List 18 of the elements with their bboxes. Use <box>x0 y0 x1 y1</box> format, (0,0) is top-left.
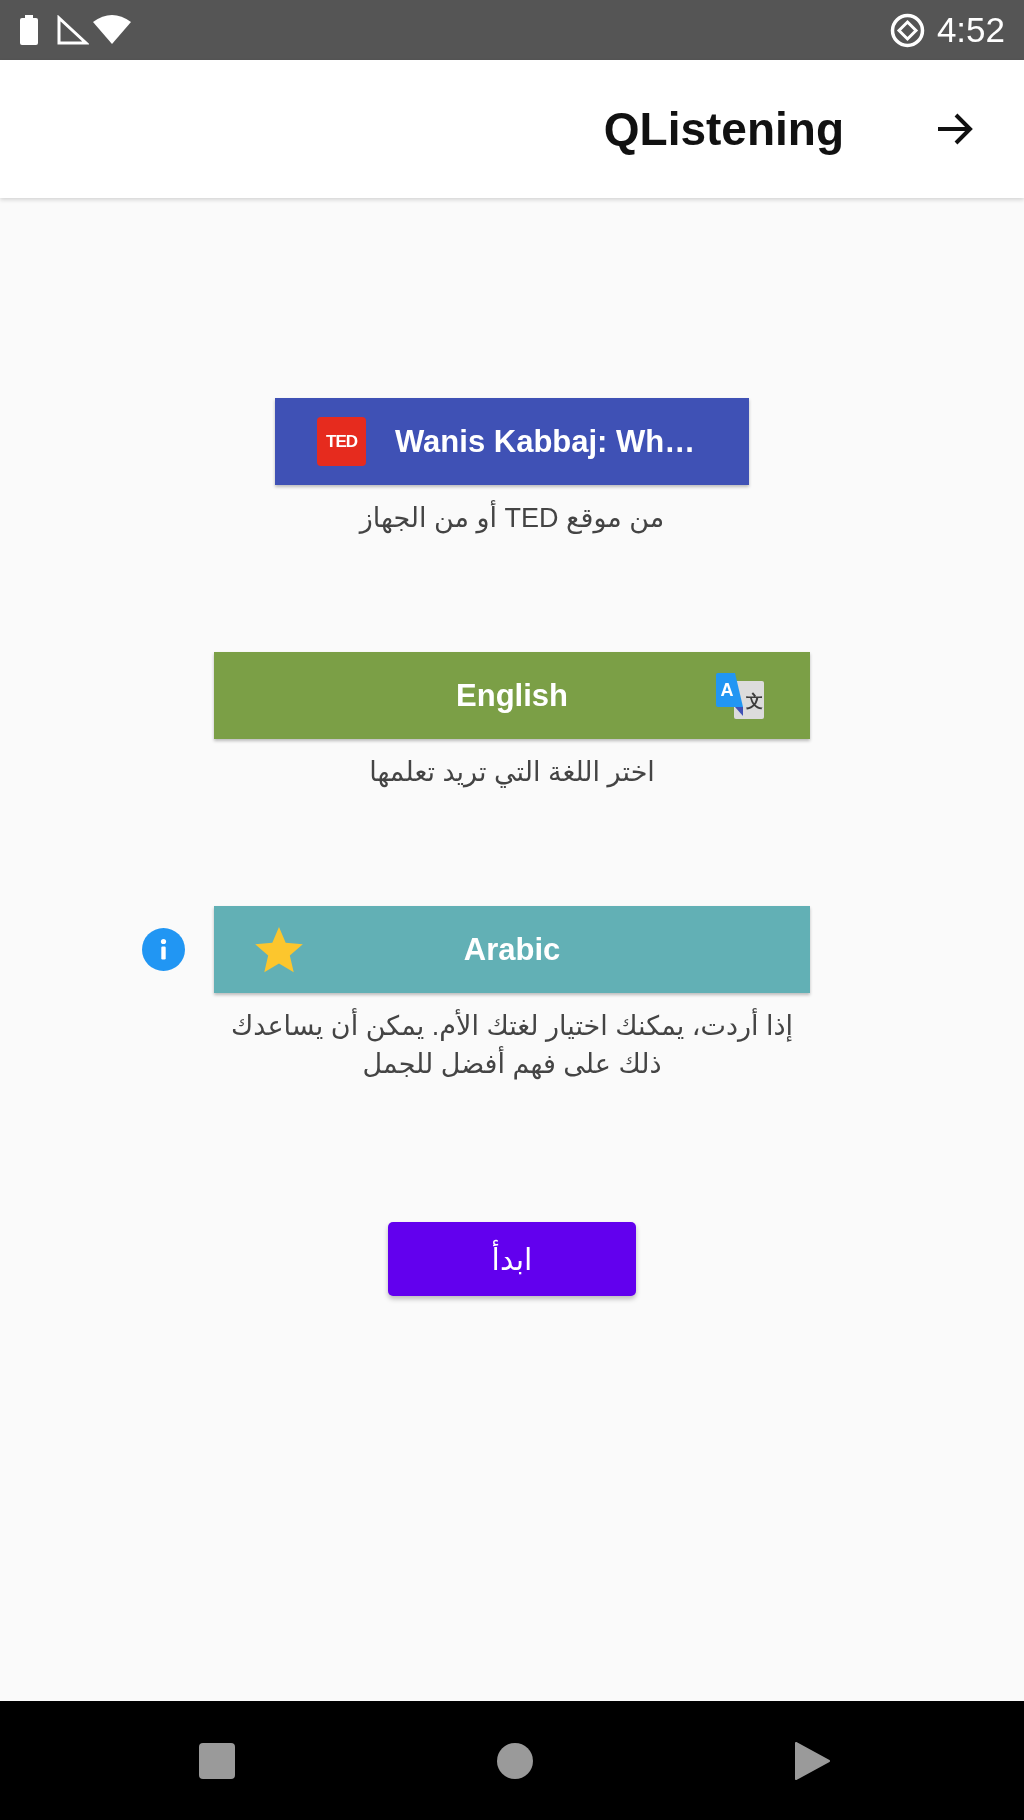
wifi-icon <box>93 15 131 45</box>
battery-icon <box>20 15 38 45</box>
caption-text: اختر اللغة التي تريد تعلمها <box>369 756 655 790</box>
square-nav-icon[interactable] <box>199 1742 235 1779</box>
ring-status-icon <box>889 12 925 48</box>
app-title: QListening <box>603 102 844 157</box>
triangle-nav-icon[interactable] <box>794 1740 830 1781</box>
status-time: 4:52 <box>936 10 1005 50</box>
circle-nav-icon[interactable] <box>496 1742 533 1779</box>
ted-logo: TED <box>317 417 366 466</box>
language-button[interactable]: English 文 A <box>214 652 810 739</box>
caption-text: من موقع TED أو من الجهاز <box>359 499 665 537</box>
talk-button[interactable]: TED Wanis Kabbaj: Wh… <box>275 398 749 485</box>
signal-icon <box>57 15 89 45</box>
caption-text: إذا أردت، يمكنك اختيار لغتك الأم. يمكن أن يساعدك ذلك على فهم أفضل للجمل <box>212 1007 812 1083</box>
start-button[interactable]: ابدأ <box>388 1222 636 1296</box>
info-icon[interactable] <box>142 928 185 971</box>
star-icon <box>255 926 303 973</box>
